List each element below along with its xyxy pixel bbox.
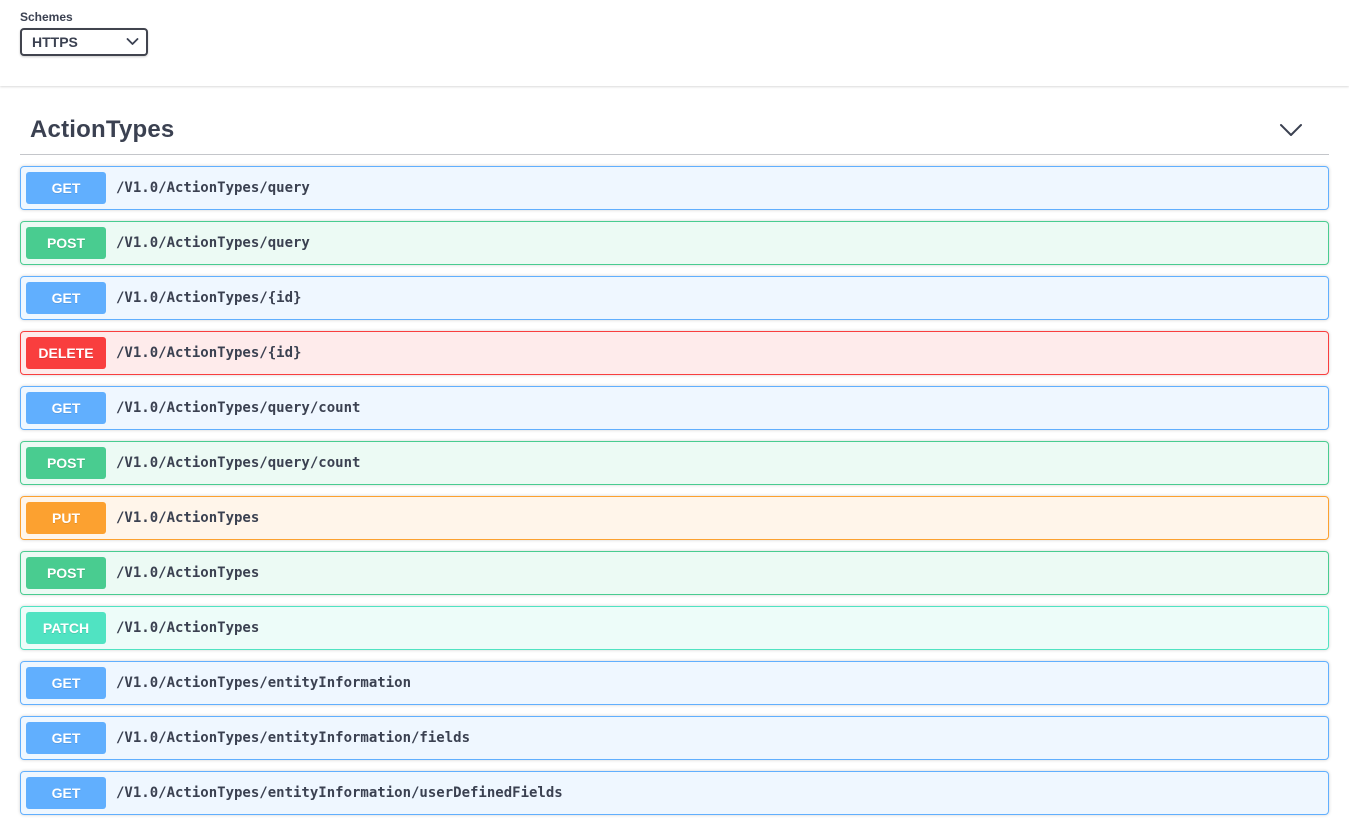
method-badge: POST	[26, 227, 106, 259]
chevron-down-icon[interactable]	[1279, 121, 1303, 139]
operation-path: /V1.0/ActionTypes/entityInformation/user…	[106, 785, 573, 801]
operation-path: /V1.0/ActionTypes/{id}	[106, 290, 311, 306]
operation-path: /V1.0/ActionTypes/query	[106, 180, 320, 196]
operation-path: /V1.0/ActionTypes/query	[106, 235, 320, 251]
operation-row[interactable]: GET/V1.0/ActionTypes/entityInformation/u…	[20, 771, 1329, 815]
method-badge: GET	[26, 282, 106, 314]
operation-row[interactable]: POST/V1.0/ActionTypes/query/count	[20, 441, 1329, 485]
operation-row[interactable]: GET/V1.0/ActionTypes/entityInformation	[20, 661, 1329, 705]
section-header-actiontypes[interactable]: ActionTypes	[20, 116, 1329, 155]
schemes-label: Schemes	[20, 10, 1329, 24]
method-badge: GET	[26, 392, 106, 424]
method-badge: POST	[26, 447, 106, 479]
method-badge: GET	[26, 172, 106, 204]
operation-row[interactable]: POST/V1.0/ActionTypes/query	[20, 221, 1329, 265]
operation-row[interactable]: GET/V1.0/ActionTypes/query	[20, 166, 1329, 210]
operation-path: /V1.0/ActionTypes/entityInformation	[106, 675, 421, 691]
scheme-select-wrap: HTTPS	[20, 28, 148, 56]
operation-row[interactable]: PATCH/V1.0/ActionTypes	[20, 606, 1329, 650]
method-badge: PATCH	[26, 612, 106, 644]
operation-row[interactable]: GET/V1.0/ActionTypes/entityInformation/f…	[20, 716, 1329, 760]
operation-path: /V1.0/ActionTypes	[106, 565, 269, 581]
operation-path: /V1.0/ActionTypes/query/count	[106, 400, 370, 416]
operation-path: /V1.0/ActionTypes/entityInformation/fiel…	[106, 730, 480, 746]
schemes-bar: Schemes HTTPS	[0, 0, 1349, 86]
operation-row[interactable]: GET/V1.0/ActionTypes/query/count	[20, 386, 1329, 430]
method-badge: PUT	[26, 502, 106, 534]
method-badge: POST	[26, 557, 106, 589]
operation-row[interactable]: PUT/V1.0/ActionTypes	[20, 496, 1329, 540]
operation-path: /V1.0/ActionTypes/query/count	[106, 455, 370, 471]
api-section: ActionTypes GET/V1.0/ActionTypes/queryPO…	[0, 116, 1349, 815]
method-badge: GET	[26, 777, 106, 809]
section-title: ActionTypes	[30, 116, 174, 144]
method-badge: GET	[26, 667, 106, 699]
operations-list: GET/V1.0/ActionTypes/queryPOST/V1.0/Acti…	[20, 166, 1329, 815]
operation-path: /V1.0/ActionTypes	[106, 620, 269, 636]
scheme-select[interactable]: HTTPS	[20, 28, 148, 56]
operation-row[interactable]: DELETE/V1.0/ActionTypes/{id}	[20, 331, 1329, 375]
method-badge: DELETE	[26, 337, 106, 369]
method-badge: GET	[26, 722, 106, 754]
operation-row[interactable]: GET/V1.0/ActionTypes/{id}	[20, 276, 1329, 320]
operation-path: /V1.0/ActionTypes/{id}	[106, 345, 311, 361]
operation-path: /V1.0/ActionTypes	[106, 510, 269, 526]
operation-row[interactable]: POST/V1.0/ActionTypes	[20, 551, 1329, 595]
